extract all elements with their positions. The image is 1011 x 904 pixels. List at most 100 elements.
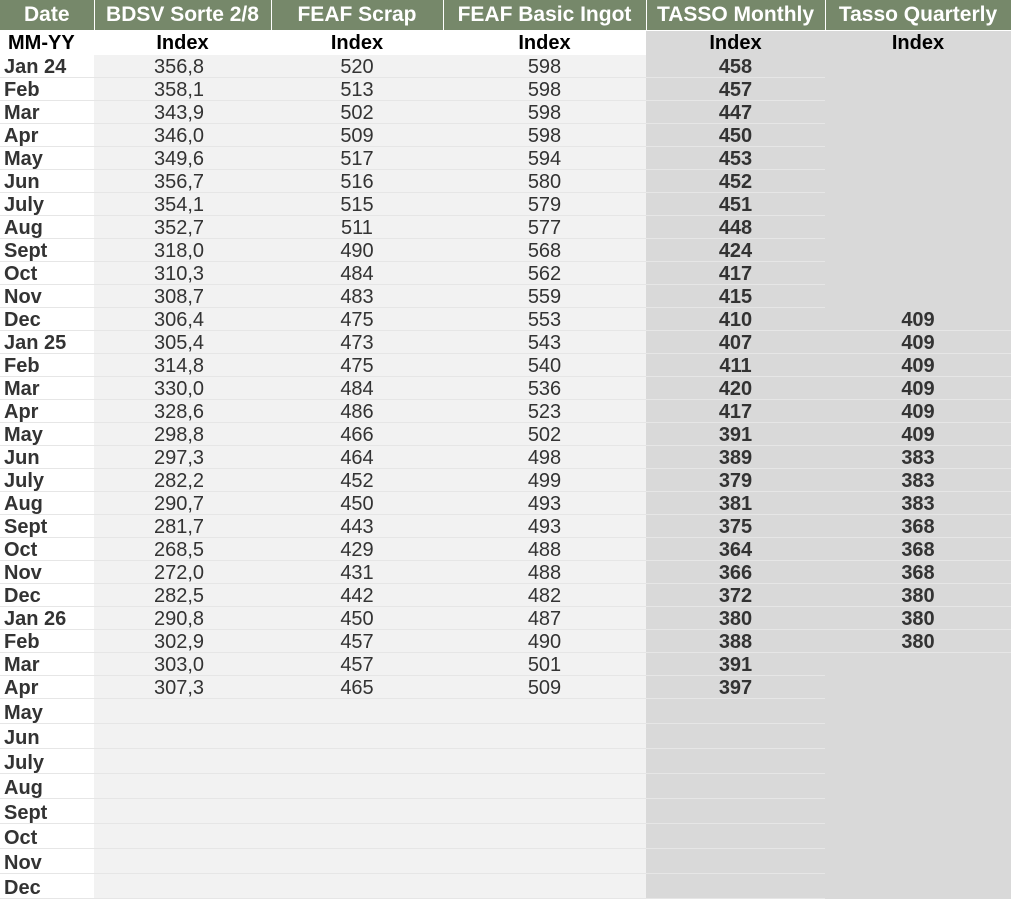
monthly-cell[interactable] (646, 698, 825, 724)
header-tasso-monthly[interactable]: TASSO Monthly (646, 0, 826, 31)
monthly-cell[interactable]: 380 (646, 606, 825, 630)
bdsv-cell[interactable] (94, 773, 271, 799)
date-cell[interactable]: Nov (0, 560, 94, 584)
date-cell[interactable]: Jan 24 (0, 55, 94, 78)
ingot-cell[interactable] (443, 698, 646, 724)
scrap-cell[interactable] (271, 723, 443, 749)
ingot-cell[interactable] (443, 798, 646, 824)
scrap-cell[interactable]: 450 (271, 491, 443, 515)
quarterly-cell[interactable]: 409 (825, 399, 1011, 423)
ingot-cell[interactable]: 487 (443, 606, 646, 630)
bdsv-cell[interactable]: 354,1 (94, 192, 271, 216)
scrap-cell[interactable]: 484 (271, 376, 443, 400)
date-cell[interactable]: Jun (0, 445, 94, 469)
quarterly-cell[interactable]: 409 (825, 307, 1011, 331)
ingot-cell[interactable]: 598 (443, 100, 646, 124)
quarterly-cell[interactable] (825, 284, 1011, 308)
monthly-cell[interactable]: 420 (646, 376, 825, 400)
bdsv-cell[interactable]: 308,7 (94, 284, 271, 308)
bdsv-cell[interactable]: 272,0 (94, 560, 271, 584)
monthly-cell[interactable]: 452 (646, 169, 825, 193)
quarterly-cell[interactable]: 409 (825, 422, 1011, 446)
date-cell[interactable]: May (0, 146, 94, 170)
scrap-cell[interactable]: 466 (271, 422, 443, 446)
scrap-cell[interactable]: 457 (271, 629, 443, 653)
quarterly-cell[interactable] (825, 77, 1011, 101)
scrap-cell[interactable] (271, 748, 443, 774)
scrap-cell[interactable]: 502 (271, 100, 443, 124)
scrap-cell[interactable] (271, 698, 443, 724)
date-cell[interactable]: Jun (0, 169, 94, 193)
monthly-cell[interactable]: 397 (646, 675, 825, 699)
quarterly-cell[interactable]: 368 (825, 537, 1011, 561)
scrap-cell[interactable]: 429 (271, 537, 443, 561)
date-cell[interactable]: Oct (0, 261, 94, 285)
bdsv-cell[interactable]: 306,4 (94, 307, 271, 331)
scrap-cell[interactable]: 443 (271, 514, 443, 538)
date-cell[interactable]: Nov (0, 284, 94, 308)
date-cell[interactable]: Dec (0, 307, 94, 331)
scrap-cell[interactable]: 490 (271, 238, 443, 262)
quarterly-cell[interactable] (825, 123, 1011, 147)
bdsv-cell[interactable] (94, 848, 271, 874)
monthly-cell[interactable]: 364 (646, 537, 825, 561)
date-cell[interactable]: Sept (0, 238, 94, 262)
subheader-ingot[interactable]: Index (443, 30, 646, 55)
quarterly-cell[interactable]: 368 (825, 514, 1011, 538)
monthly-cell[interactable]: 379 (646, 468, 825, 492)
date-cell[interactable]: July (0, 192, 94, 216)
monthly-cell[interactable] (646, 723, 825, 749)
bdsv-cell[interactable]: 290,8 (94, 606, 271, 630)
monthly-cell[interactable]: 410 (646, 307, 825, 331)
quarterly-cell[interactable] (825, 652, 1011, 676)
monthly-cell[interactable]: 417 (646, 261, 825, 285)
scrap-cell[interactable]: 475 (271, 307, 443, 331)
monthly-cell[interactable]: 388 (646, 629, 825, 653)
ingot-cell[interactable]: 488 (443, 560, 646, 584)
ingot-cell[interactable]: 568 (443, 238, 646, 262)
monthly-cell[interactable]: 424 (646, 238, 825, 262)
bdsv-cell[interactable]: 305,4 (94, 330, 271, 354)
scrap-cell[interactable] (271, 823, 443, 849)
ingot-cell[interactable]: 509 (443, 675, 646, 699)
ingot-cell[interactable]: 499 (443, 468, 646, 492)
date-cell[interactable]: Jun (0, 723, 94, 749)
date-cell[interactable]: May (0, 698, 94, 724)
bdsv-cell[interactable]: 358,1 (94, 77, 271, 101)
monthly-cell[interactable]: 366 (646, 560, 825, 584)
ingot-cell[interactable]: 543 (443, 330, 646, 354)
ingot-cell[interactable]: 498 (443, 445, 646, 469)
scrap-cell[interactable]: 452 (271, 468, 443, 492)
ingot-cell[interactable]: 488 (443, 537, 646, 561)
bdsv-cell[interactable]: 281,7 (94, 514, 271, 538)
monthly-cell[interactable]: 407 (646, 330, 825, 354)
header-tasso-quarterly[interactable]: Tasso Quarterly (825, 0, 1011, 31)
scrap-cell[interactable]: 465 (271, 675, 443, 699)
quarterly-cell[interactable]: 409 (825, 376, 1011, 400)
quarterly-cell[interactable] (825, 798, 1011, 824)
ingot-cell[interactable] (443, 823, 646, 849)
ingot-cell[interactable]: 523 (443, 399, 646, 423)
subheader-bdsv[interactable]: Index (94, 30, 271, 55)
bdsv-cell[interactable] (94, 798, 271, 824)
quarterly-cell[interactable] (825, 748, 1011, 774)
bdsv-cell[interactable]: 346,0 (94, 123, 271, 147)
header-feaf-scrap[interactable]: FEAF Scrap (271, 0, 444, 31)
quarterly-cell[interactable] (825, 55, 1011, 78)
scrap-cell[interactable] (271, 798, 443, 824)
date-cell[interactable]: Jan 26 (0, 606, 94, 630)
monthly-cell[interactable]: 457 (646, 77, 825, 101)
ingot-cell[interactable]: 501 (443, 652, 646, 676)
monthly-cell[interactable]: 417 (646, 399, 825, 423)
bdsv-cell[interactable]: 356,8 (94, 55, 271, 78)
monthly-cell[interactable]: 372 (646, 583, 825, 607)
subheader-monthly[interactable]: Index (646, 30, 825, 55)
bdsv-cell[interactable]: 352,7 (94, 215, 271, 239)
date-cell[interactable]: Apr (0, 399, 94, 423)
date-cell[interactable]: Nov (0, 848, 94, 874)
quarterly-cell[interactable]: 368 (825, 560, 1011, 584)
monthly-cell[interactable]: 391 (646, 652, 825, 676)
quarterly-cell[interactable] (825, 675, 1011, 699)
quarterly-cell[interactable] (825, 215, 1011, 239)
scrap-cell[interactable]: 484 (271, 261, 443, 285)
